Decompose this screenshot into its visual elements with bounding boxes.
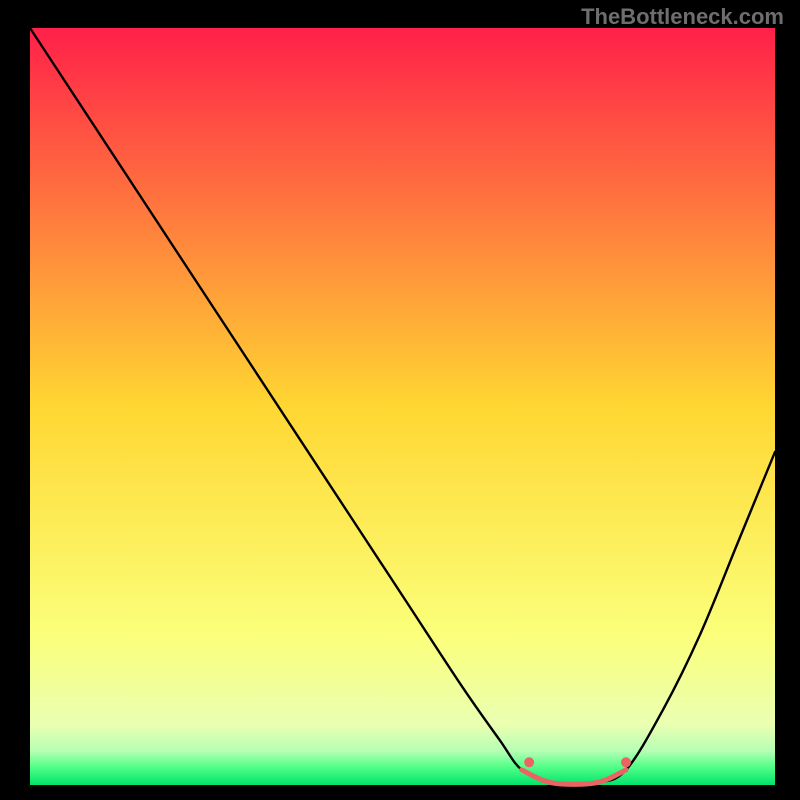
gradient-background: [30, 28, 775, 785]
chart-container: TheBottleneck.com: [0, 0, 800, 800]
bottleneck-chart: [0, 0, 800, 800]
optimal-end-marker: [621, 757, 631, 767]
optimal-start-marker: [524, 757, 534, 767]
watermark-text: TheBottleneck.com: [581, 4, 784, 30]
